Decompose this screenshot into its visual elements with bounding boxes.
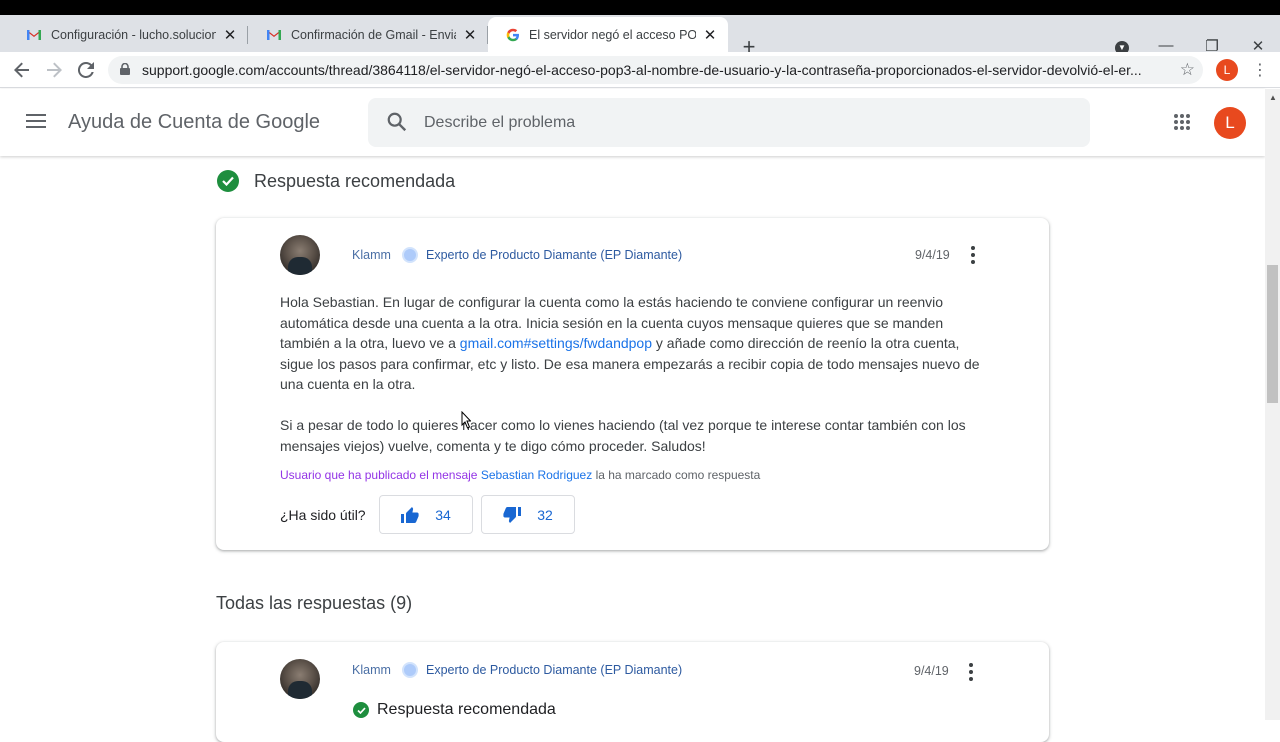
tab-servidor-pop3[interactable]: El servidor negó el acceso POP3 ✕ <box>488 17 728 52</box>
thumbs-up-button[interactable]: 34 <box>379 495 473 534</box>
thumbs-down-icon <box>503 506 522 523</box>
mouse-cursor-icon <box>461 411 471 429</box>
answer-card: Klamm Experto de Producto Diamante (EP D… <box>216 642 1049 742</box>
author-badge[interactable]: Experto de Producto Diamante (EP Diamant… <box>426 248 682 262</box>
more-options-icon[interactable] <box>968 663 974 681</box>
scroll-thumb[interactable] <box>1267 265 1278 403</box>
recommended-heading: Respuesta recomendada <box>254 170 456 191</box>
scrollbar[interactable]: ▲ <box>1265 89 1280 720</box>
tab-title: El servidor negó el acceso POP3 <box>529 27 696 42</box>
marked-user-link[interactable]: Sebastian Rodriguez <box>481 468 592 482</box>
close-icon[interactable]: ✕ <box>222 27 238 44</box>
helpful-label: ¿Ha sido útil? <box>280 507 366 523</box>
check-circle-icon <box>217 170 239 192</box>
google-apps-icon[interactable] <box>1174 114 1191 131</box>
author-name[interactable]: Klamm <box>352 248 391 262</box>
gmail-icon <box>27 29 41 40</box>
author-avatar[interactable] <box>280 659 320 699</box>
all-answers-heading: Todas las respuestas (9) <box>216 593 413 613</box>
browser-toolbar: support.google.com/accounts/thread/38641… <box>0 52 1280 88</box>
marked-suffix: la ha marcado como respuesta <box>595 468 761 482</box>
close-icon[interactable]: ✕ <box>702 27 718 44</box>
diamond-expert-badge-icon <box>402 662 418 678</box>
recommended-label: Respuesta recomendada <box>353 701 556 719</box>
post-date: 9/4/19 <box>914 664 949 678</box>
recommended-answer-card: Klamm Experto de Producto Diamante (EP D… <box>216 218 1049 550</box>
url-text: support.google.com/accounts/thread/38641… <box>142 62 1142 78</box>
address-bar[interactable]: support.google.com/accounts/thread/38641… <box>108 56 1203 84</box>
account-avatar[interactable]: L <box>1214 107 1246 139</box>
bookmark-star-icon[interactable]: ☆ <box>1180 60 1195 80</box>
author-avatar[interactable] <box>280 235 320 275</box>
author-badge[interactable]: Experto de Producto Diamante (EP Diamant… <box>426 663 682 677</box>
search-box <box>368 98 1090 147</box>
recommended-answer-header: Respuesta recomendada <box>217 170 455 192</box>
tab-strip: Configuración - lucho.soluciones ✕ Confi… <box>0 15 1280 58</box>
close-icon[interactable]: ✕ <box>462 27 478 44</box>
settings-link[interactable]: gmail.com#settings/fwdandpop <box>460 335 652 351</box>
post-date: 9/4/19 <box>915 248 950 262</box>
tab-title: Configuración - lucho.soluciones <box>51 27 216 42</box>
marked-role: Usuario que ha publicado el mensaje <box>280 468 478 482</box>
page-title[interactable]: Ayuda de Cuenta de Google <box>68 111 320 134</box>
search-input[interactable] <box>424 98 1064 147</box>
more-options-icon[interactable] <box>970 246 976 264</box>
tab-title: Confirmación de Gmail - Enviar c <box>291 27 456 42</box>
upvote-count: 34 <box>435 506 451 523</box>
answer-body: Hola Sebastian. En lugar de configurar l… <box>280 292 980 477</box>
profile-avatar[interactable]: L <box>1216 59 1238 81</box>
thumbs-down-button[interactable]: 32 <box>481 495 575 534</box>
marked-as-answer-note: Usuario que ha publicado el mensaje Seba… <box>280 468 760 482</box>
app-header: Ayuda de Cuenta de Google L <box>0 89 1265 156</box>
scroll-up-icon[interactable]: ▲ <box>1269 93 1277 102</box>
diamond-expert-badge-icon <box>402 247 418 263</box>
google-icon <box>506 28 519 41</box>
author-name[interactable]: Klamm <box>352 663 391 677</box>
tab-configuracion[interactable]: Configuración - lucho.soluciones ✕ <box>8 17 248 52</box>
downvote-count: 32 <box>537 506 553 523</box>
menu-icon[interactable] <box>26 114 46 130</box>
answer-paragraph: Hola Sebastian. En lugar de configurar l… <box>280 292 980 395</box>
window-top-edge <box>0 0 1280 15</box>
forward-arrow-icon[interactable] <box>42 58 66 82</box>
back-arrow-icon[interactable] <box>10 58 34 82</box>
check-circle-icon <box>353 702 369 718</box>
lock-icon <box>120 63 130 75</box>
recommended-label-text: Respuesta recomendada <box>377 701 556 718</box>
gmail-icon <box>267 29 281 40</box>
tab-confirmacion[interactable]: Confirmación de Gmail - Enviar c ✕ <box>248 17 488 52</box>
thumbs-up-icon <box>401 506 419 523</box>
reload-icon[interactable] <box>74 58 98 82</box>
browser-menu-icon[interactable]: ⋮ <box>1252 60 1268 80</box>
answer-paragraph: Si a pesar de todo lo quieres hacer como… <box>280 417 966 454</box>
search-icon[interactable] <box>386 111 408 133</box>
